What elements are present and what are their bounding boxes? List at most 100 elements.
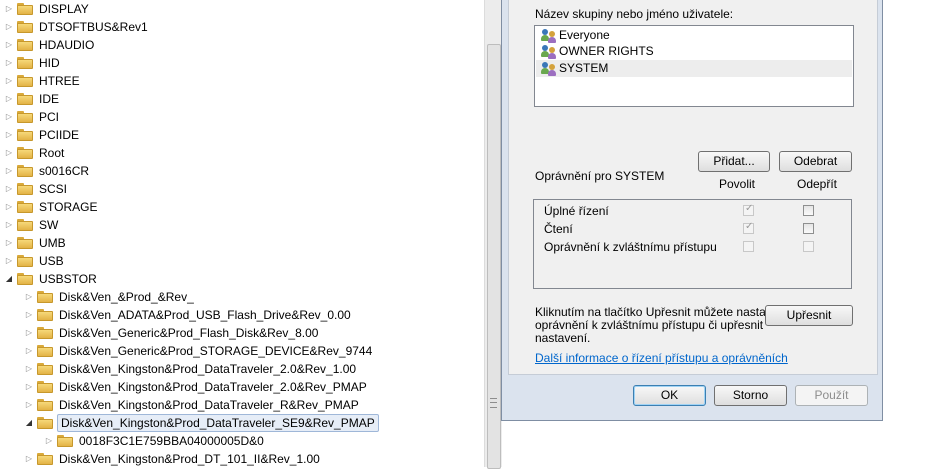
tree-item[interactable]: ▷ Disk&Ven_ADATA&Prod_USB_Flash_Drive&Rev… xyxy=(24,306,353,324)
collapsed-arrow-icon[interactable]: ▷ xyxy=(4,234,14,252)
collapsed-arrow-icon[interactable]: ▷ xyxy=(24,288,34,306)
collapsed-arrow-icon[interactable]: ▷ xyxy=(4,126,14,144)
collapsed-arrow-icon[interactable]: ▷ xyxy=(24,306,34,324)
folder-icon xyxy=(37,309,53,321)
collapsed-arrow-icon[interactable]: ▷ xyxy=(4,252,14,270)
tree-item-label: Disk&Ven_ADATA&Prod_USB_Flash_Drive&Rev_… xyxy=(59,308,351,322)
ok-button[interactable]: OK xyxy=(633,385,706,406)
tree-item[interactable]: ▷ s0016CR xyxy=(4,162,91,180)
deny-column-header: Odepřít xyxy=(797,177,838,191)
collapsed-arrow-icon[interactable]: ▷ xyxy=(4,72,14,90)
advanced-note-line-2: oprávnění k zvláštnímu přístupu či upřes… xyxy=(535,318,764,332)
collapsed-arrow-icon[interactable]: ▷ xyxy=(24,378,34,396)
tree-item-label: HTREE xyxy=(39,74,80,88)
tree-item-label: Disk&Ven_Kingston&Prod_DataTraveler_2.0&… xyxy=(59,362,357,376)
group-item-system[interactable]: SYSTEM xyxy=(536,60,852,77)
tree-item[interactable]: ▷ Disk&Ven_Generic&Prod_Flash_Disk&Rev_8.… xyxy=(24,324,320,342)
expanded-arrow-icon[interactable]: ◢ xyxy=(24,414,34,432)
folder-icon xyxy=(17,93,33,105)
collapsed-arrow-icon[interactable]: ▷ xyxy=(4,54,14,72)
collapsed-arrow-icon[interactable]: ▷ xyxy=(4,216,14,234)
tree-item[interactable]: ▷ Disk&Ven_Kingston&Prod_DataTraveler_2.0… xyxy=(24,360,358,378)
folder-icon xyxy=(37,363,53,375)
tree-item-label: USBSTOR xyxy=(39,272,97,286)
tree-item-label: Disk&Ven_Generic&Prod_STORAGE_DEVICE&Rev… xyxy=(59,344,373,358)
tree-item[interactable]: ▷ DTSOFTBUS&Rev1 xyxy=(4,18,150,36)
deny-read-checkbox[interactable] xyxy=(803,223,814,234)
group-item-everyone[interactable]: Everyone xyxy=(536,27,852,44)
collapsed-arrow-icon[interactable]: ▷ xyxy=(4,198,14,216)
collapsed-arrow-icon[interactable]: ▷ xyxy=(4,90,14,108)
allow-read-checkbox[interactable]: ✓ xyxy=(743,221,754,234)
tree-item[interactable]: ◢ Disk&Ven_Kingston&Prod_DataTraveler_SE9… xyxy=(24,414,379,432)
folder-icon xyxy=(17,129,33,141)
groups-label: Název skupiny nebo jméno uživatele: xyxy=(535,7,734,21)
remove-button[interactable]: Odebrat xyxy=(779,151,852,172)
tree-item[interactable]: ▷ Disk&Ven_Generic&Prod_STORAGE_DEVICE&Re… xyxy=(24,342,374,360)
tree-item[interactable]: ▷ Disk&Ven_&Prod_&Rev_ xyxy=(24,288,196,306)
tree-item[interactable]: ▷ SCSI xyxy=(4,180,69,198)
collapsed-arrow-icon[interactable]: ▷ xyxy=(24,342,34,360)
tree-item[interactable]: ▷ Root xyxy=(4,144,66,162)
folder-icon xyxy=(17,21,33,33)
cancel-button[interactable]: Storno xyxy=(714,385,787,406)
collapsed-arrow-icon[interactable]: ▷ xyxy=(4,36,14,54)
add-button[interactable]: Přidat... xyxy=(698,151,770,172)
users-icon xyxy=(541,28,557,43)
tree-item[interactable]: ▷ STORAGE xyxy=(4,198,99,216)
tree-item[interactable]: ▷ Disk&Ven_Kingston&Prod_DataTraveler_R&R… xyxy=(24,396,361,414)
group-item-owner-rights[interactable]: OWNER RIGHTS xyxy=(536,43,852,60)
tree-item[interactable]: ▷ 0018F3C1E759BBA04000005D&0 xyxy=(44,432,266,450)
folder-icon xyxy=(17,39,33,51)
tree-item-label: STORAGE xyxy=(39,200,98,214)
collapsed-arrow-icon[interactable]: ▷ xyxy=(24,324,34,342)
folder-icon xyxy=(37,345,53,357)
tree-item[interactable]: ◢ USBSTOR xyxy=(4,270,99,288)
groups-list[interactable]: Everyone OWNER RIGHTS SYSTEM xyxy=(534,25,854,107)
collapsed-arrow-icon[interactable]: ▷ xyxy=(4,0,14,18)
permissions-for-label: Oprávnění pro SYSTEM xyxy=(535,169,665,183)
collapsed-arrow-icon[interactable]: ▷ xyxy=(4,162,14,180)
tree-item[interactable]: ▷ HTREE xyxy=(4,72,82,90)
folder-icon xyxy=(17,165,33,177)
folder-icon xyxy=(37,327,53,339)
tree-item[interactable]: ▷ Disk&Ven_Kingston&Prod_DataTraveler_2.0… xyxy=(24,378,369,396)
folder-icon xyxy=(17,237,33,249)
collapsed-arrow-icon[interactable]: ▷ xyxy=(24,450,34,467)
tree-item[interactable]: ▷ PCIIDE xyxy=(4,126,81,144)
tree-item[interactable]: ▷ PCI xyxy=(4,108,61,126)
more-info-link[interactable]: Další informace o řízení přístupu a oprá… xyxy=(535,351,788,365)
tree-item[interactable]: ▷ USB xyxy=(4,252,66,270)
collapsed-arrow-icon[interactable]: ▷ xyxy=(44,432,54,450)
tree-item[interactable]: ▷ HDAUDIO xyxy=(4,36,96,54)
tree-item-label: PCI xyxy=(39,110,60,124)
tree-item[interactable]: ▷ DISPLAY xyxy=(4,0,91,18)
group-name: OWNER RIGHTS xyxy=(559,44,654,58)
collapsed-arrow-icon[interactable]: ▷ xyxy=(24,396,34,414)
tree-item[interactable]: ▷ Disk&Ven_Kingston&Prod_DT_101_II&Rev_1.… xyxy=(24,450,322,467)
tree-item-label: SCSI xyxy=(39,182,68,196)
collapsed-arrow-icon[interactable]: ▷ xyxy=(4,108,14,126)
allow-special-checkbox[interactable] xyxy=(743,241,754,252)
tree-item-label: Disk&Ven_Kingston&Prod_DataTraveler_R&Re… xyxy=(59,398,359,412)
tree-item-label: Disk&Ven_Generic&Prod_Flash_Disk&Rev_8.0… xyxy=(59,326,319,340)
tree-vertical-scrollbar[interactable] xyxy=(484,0,502,469)
tree-item[interactable]: ▷ UMB xyxy=(4,234,68,252)
advanced-note-line-3: nastavení. xyxy=(535,331,591,345)
collapsed-arrow-icon[interactable]: ▷ xyxy=(24,360,34,378)
expanded-arrow-icon[interactable]: ◢ xyxy=(4,270,14,288)
tree-item[interactable]: ▷ HID xyxy=(4,54,62,72)
deny-full-control-checkbox[interactable] xyxy=(803,205,814,216)
allow-full-control-checkbox[interactable]: ✓ xyxy=(743,203,754,216)
collapsed-arrow-icon[interactable]: ▷ xyxy=(4,144,14,162)
folder-icon xyxy=(17,111,33,123)
folder-icon xyxy=(17,75,33,87)
tree-item-label: Disk&Ven_Kingston&Prod_DT_101_II&Rev_1.0… xyxy=(59,452,320,466)
apply-button[interactable]: Použít xyxy=(795,385,868,406)
collapsed-arrow-icon[interactable]: ▷ xyxy=(4,18,14,36)
tree-item[interactable]: ▷ IDE xyxy=(4,90,61,108)
deny-special-checkbox[interactable] xyxy=(803,241,814,252)
collapsed-arrow-icon[interactable]: ▷ xyxy=(4,180,14,198)
advanced-button[interactable]: Upřesnit xyxy=(765,305,853,326)
tree-item[interactable]: ▷ SW xyxy=(4,216,60,234)
